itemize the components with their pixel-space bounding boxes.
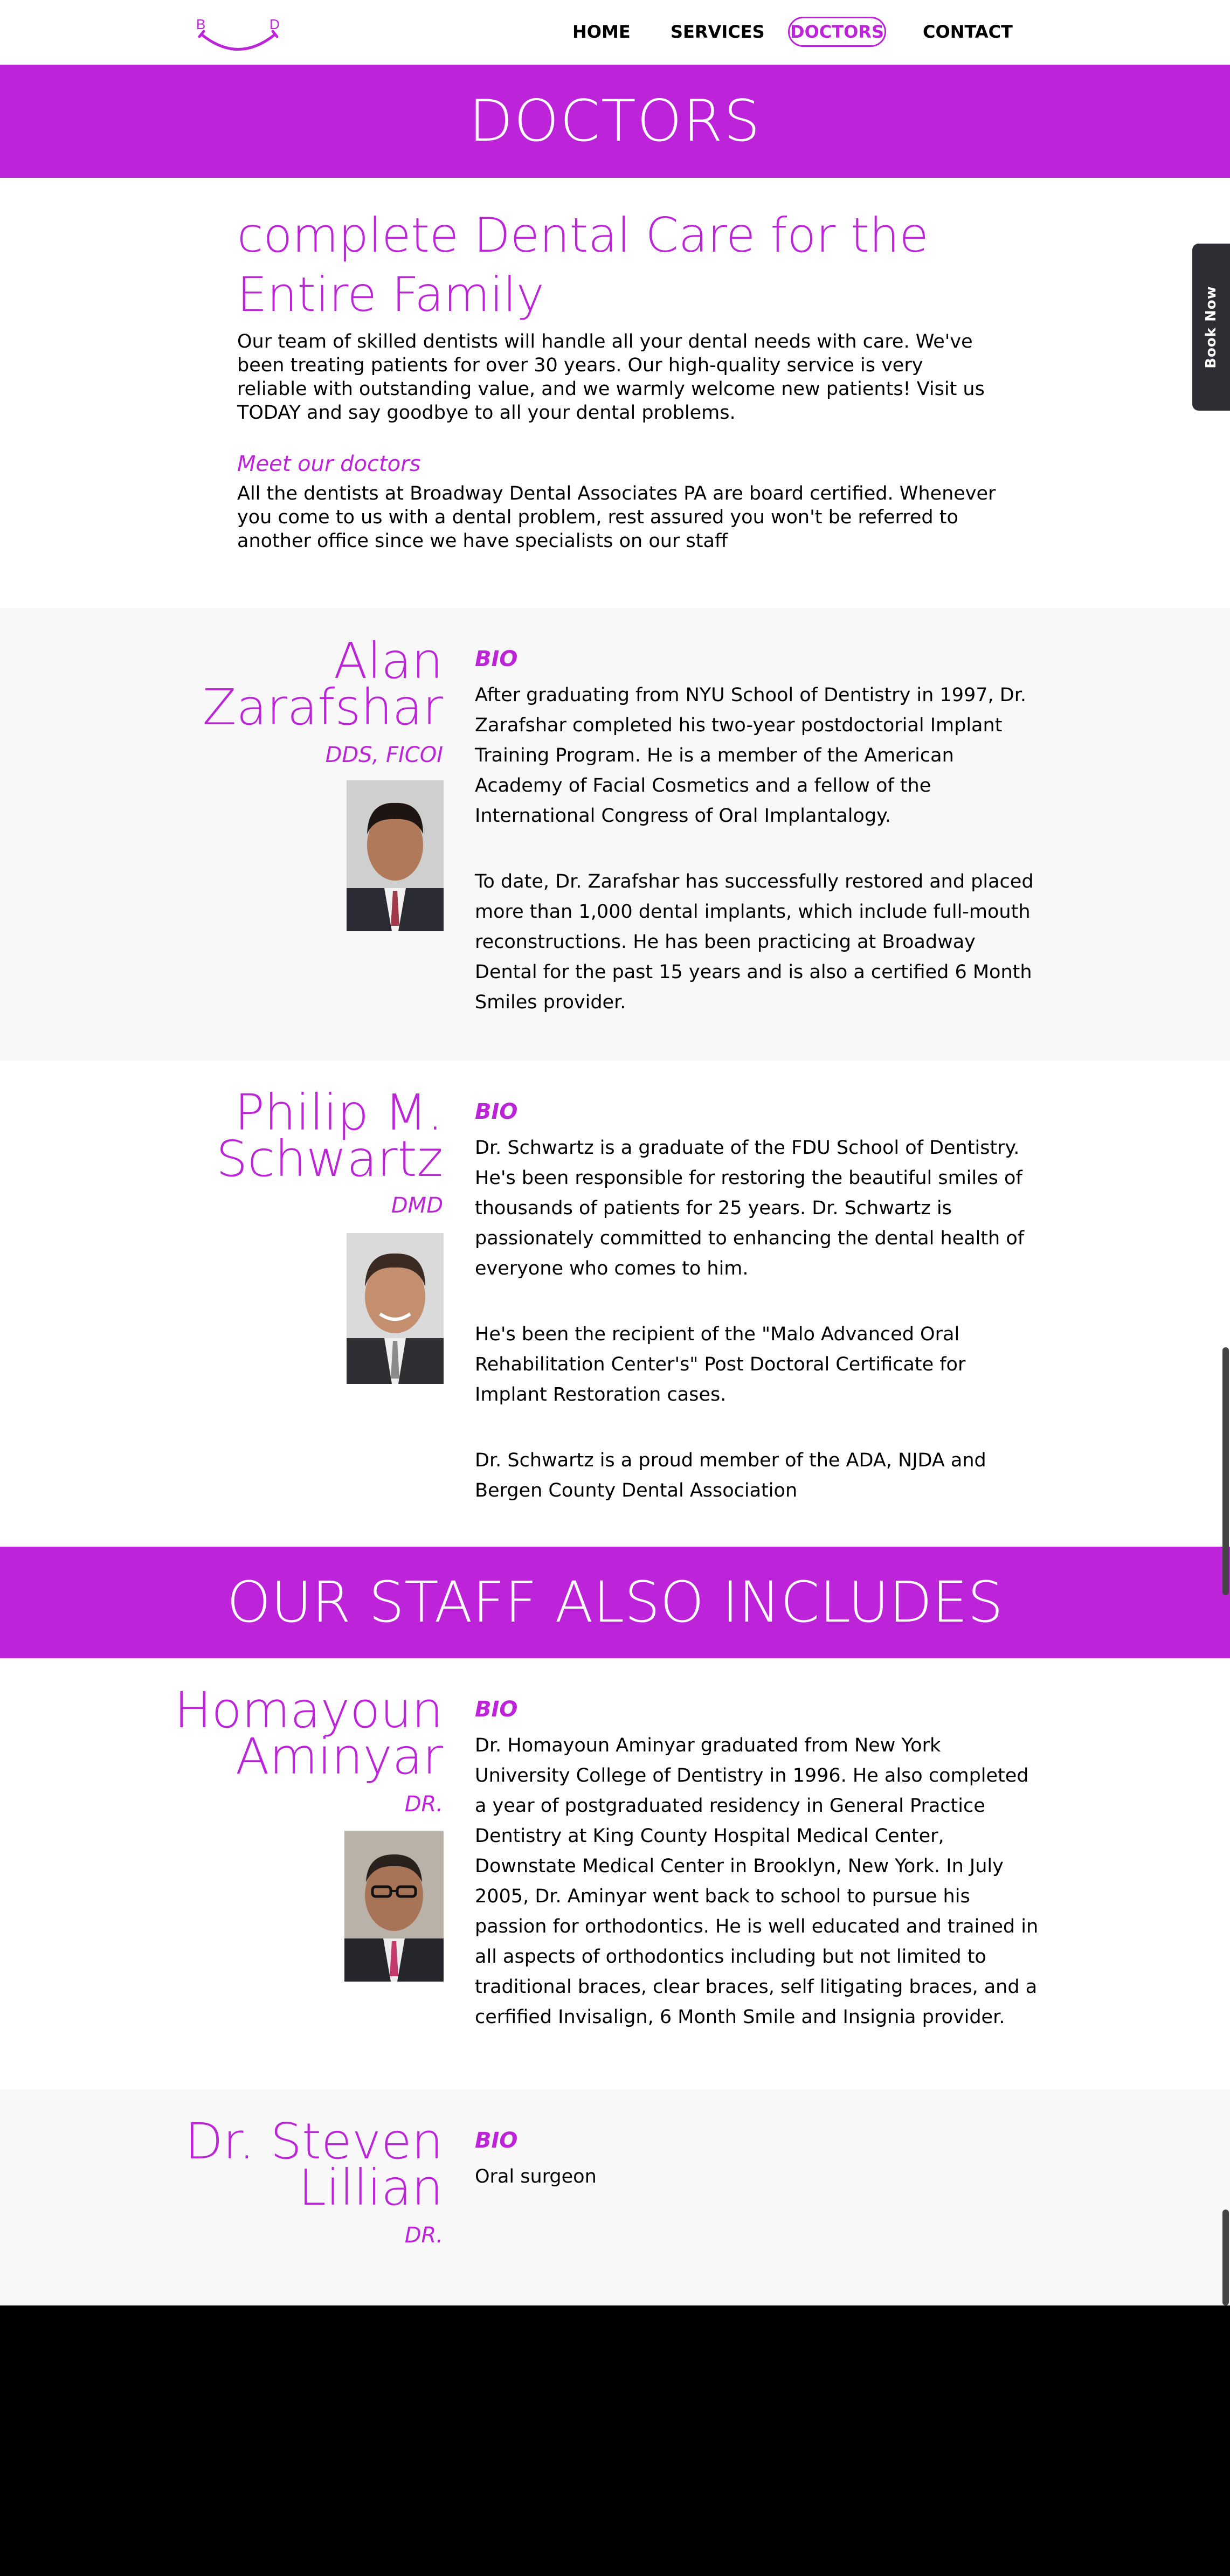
staff-section-aminyar: Homayoun Aminyar DR. BIO Dr. Homayoun Am… — [0, 1658, 1230, 2089]
bio-paragraph: Oral surgeon — [475, 2166, 597, 2187]
meet-doctors-heading: Meet our doctors — [237, 452, 421, 476]
svg-text:B: B — [196, 16, 205, 32]
doctor-name: Homayoun Aminyar — [174, 1681, 443, 1785]
nav-services[interactable]: SERVICES — [671, 17, 765, 47]
doctor-credentials: DMD — [391, 1193, 443, 1218]
doctor-credentials: DDS, FICOI — [325, 743, 443, 767]
page-title-banner: DOCTORS — [0, 65, 1230, 178]
doctor-bio: After graduating from NYU School of Dent… — [475, 680, 1041, 1053]
doctor-name: Alan Zarafshar — [202, 632, 443, 736]
doctor-credentials: DR. — [404, 1792, 443, 1817]
bio-label: BIO — [475, 2128, 518, 2153]
bio-label: BIO — [475, 1099, 518, 1124]
doctor-photo — [344, 1831, 444, 1982]
doctor-bio: Oral surgeon — [475, 2162, 1041, 2227]
book-now-label: Book Now — [1203, 286, 1219, 369]
staff-banner: OUR STAFF ALSO INCLUDES — [0, 1547, 1230, 1658]
logo[interactable]: B D — [195, 13, 281, 56]
nav-doctors[interactable]: DOCTORS — [788, 17, 886, 47]
footer-black-area — [0, 2305, 1230, 2576]
doctor-name: Philip M. Schwartz — [216, 1084, 443, 1188]
doctor-section-schwartz: Philip M. Schwartz DMD BIO Dr. Schwartz … — [0, 1061, 1230, 1547]
bio-label: BIO — [475, 1697, 518, 1722]
svg-text:D: D — [270, 16, 280, 32]
intro-title: complete Dental Care for the Entire Fami… — [237, 207, 929, 322]
bio-paragraph: After graduating from NYU School of Dent… — [475, 684, 1027, 827]
staff-section-lillian: Dr. Steven Lillian DR. BIO Oral surgeon — [0, 2089, 1230, 2305]
bio-paragraph: Dr. Homayoun Aminyar graduated from New … — [475, 1735, 1039, 2028]
book-now-button[interactable]: Book Now — [1192, 244, 1230, 411]
scrollbar-thumb-secondary[interactable] — [1222, 2210, 1229, 2305]
doctor-credentials: DR. — [404, 2223, 443, 2248]
doctor-section-zarafshar: Alan Zarafshar DDS, FICOI BIO After grad… — [0, 608, 1230, 1061]
smile-logo-icon: B D — [196, 16, 280, 51]
doctor-photo — [347, 780, 444, 931]
intro-text: Our team of skilled dentists will handle… — [237, 331, 985, 424]
bio-paragraph: To date, Dr. Zarafshar has successfully … — [475, 871, 1034, 1013]
page: B D HOME SERVICES DOCTORS CONTACT DOCTOR… — [0, 0, 1230, 2305]
doctor-photo — [347, 1233, 444, 1384]
bio-label: BIO — [475, 647, 518, 671]
doctor-name: Dr. Steven Lillian — [184, 2113, 443, 2217]
doctor-bio: Dr. Homayoun Aminyar graduated from New … — [475, 1730, 1041, 2068]
site-header: B D HOME SERVICES DOCTORS CONTACT — [0, 0, 1230, 65]
bio-paragraph: He's been the recipient of the "Malo Adv… — [475, 1324, 966, 1405]
nav-home[interactable]: HOME — [572, 17, 631, 47]
scrollbar-thumb[interactable] — [1222, 1347, 1229, 1595]
bio-paragraph: Dr. Schwartz is a graduate of the FDU Sc… — [475, 1137, 1025, 1279]
bio-paragraph: Dr. Schwartz is a proud member of the AD… — [475, 1450, 986, 1501]
doctor-bio: Dr. Schwartz is a graduate of the FDU Sc… — [475, 1133, 1041, 1541]
intro-text-secondary: All the dentists at Broadway Dental Asso… — [237, 483, 996, 552]
nav-contact[interactable]: CONTACT — [923, 17, 1013, 47]
